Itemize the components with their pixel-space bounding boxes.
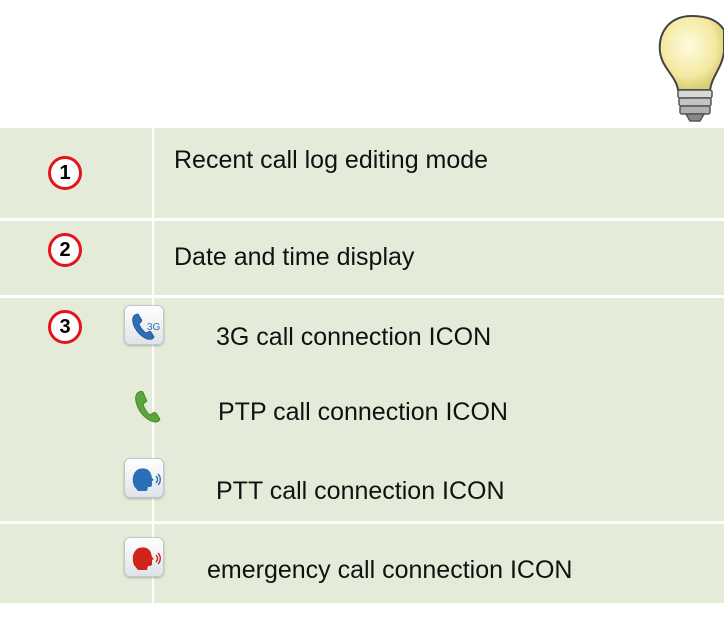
row-divider [0, 295, 724, 298]
row-divider [0, 521, 724, 524]
row-label-5: PTT call connection ICON [216, 477, 505, 505]
row-label-1: Recent call log editing mode [174, 146, 489, 174]
row-number-text: 3 [59, 315, 71, 338]
row-label-6: emergency call connection ICON [207, 556, 573, 584]
row-number-2: 2 [48, 233, 82, 267]
row-number-text: 2 [59, 238, 71, 261]
badge-3g-text: 3G [147, 322, 161, 333]
row-label-2: Date and time display [174, 243, 415, 271]
row-label-4: PTP call connection ICON [218, 398, 508, 426]
row-divider [0, 218, 724, 221]
phone-green-icon [135, 390, 161, 423]
phone-3g-icon: 3G [124, 305, 164, 345]
lightbulb-icon [658, 14, 724, 122]
page: 1 Recent call log editing mode 2 Date an… [0, 0, 724, 629]
column-divider [152, 128, 154, 603]
row-number-text: 1 [59, 161, 71, 184]
talk-blue-icon [124, 458, 164, 498]
row-number-1: 1 [48, 156, 82, 190]
row-label-3: 3G call connection ICON [216, 323, 492, 351]
talk-red-icon [124, 537, 164, 577]
legend-table [0, 128, 724, 603]
row-number-3: 3 [48, 310, 82, 344]
